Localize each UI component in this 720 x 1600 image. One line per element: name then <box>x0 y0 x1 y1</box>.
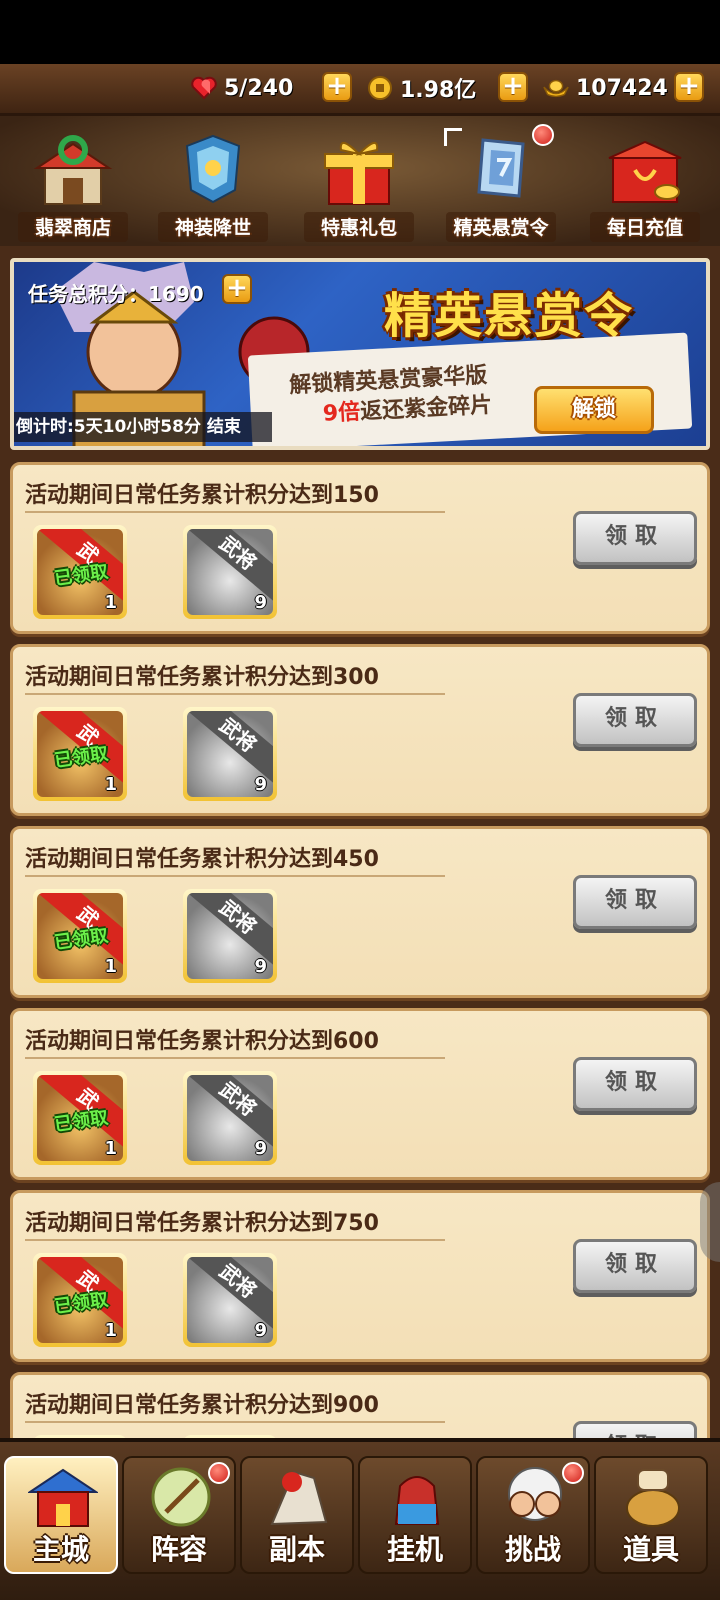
nav-dungeon[interactable]: 副本 <box>240 1456 354 1574</box>
claim-button[interactable]: 领取 <box>573 1239 697 1293</box>
task-card: 活动期间日常任务累计积分达到900 武 武将 领取 <box>10 1372 710 1438</box>
bounty-token-icon <box>461 130 541 208</box>
event-icon-row: 翡翠商店 神装降世 特惠礼包 精英悬赏令 每日充值 <box>0 116 720 246</box>
claim-button[interactable]: 领取 <box>573 1057 697 1111</box>
nav-formation[interactable]: 阵容 <box>122 1456 236 1574</box>
reward-general-piece[interactable]: 武将 9 <box>183 525 277 619</box>
reward-general-piece[interactable]: 武将 9 <box>183 707 277 801</box>
reward-general-piece[interactable]: 武将 9 <box>183 889 277 983</box>
resource-ingots: 107424 <box>542 72 668 104</box>
gold-ingot-icon <box>542 76 570 100</box>
add-ingots-button[interactable]: + <box>674 72 704 102</box>
task-card: 活动期间日常任务累计积分达到150 武已领取 1 武将 9 领取 <box>10 462 710 634</box>
reward-chest[interactable]: 武已领取 1 <box>33 707 127 801</box>
reward-general-piece[interactable]: 武将 9 <box>183 1253 277 1347</box>
event-divine-armor[interactable]: 神装降世 <box>148 124 278 244</box>
reward-general-piece[interactable]: 武将 9 <box>183 1071 277 1165</box>
claim-button[interactable]: 领取 <box>573 693 697 747</box>
heart-stamina-icon <box>190 76 218 100</box>
elite-bounty-banner: 任务总积分：1690 + 精英悬赏令 解锁精英悬赏豪华版 9倍返还紫金碎片 解锁… <box>10 258 710 450</box>
items-icon <box>618 1464 688 1530</box>
event-jade-shop[interactable]: 翡翠商店 <box>8 124 138 244</box>
daily-recharge-icon <box>605 130 685 208</box>
resource-coins: 1.98亿 <box>366 72 476 104</box>
task-card: 活动期间日常任务累计积分达到600 武已领取 1 武将 9 领取 <box>10 1008 710 1180</box>
challenge-icon <box>500 1464 570 1530</box>
task-card: 活动期间日常任务累计积分达到750 武已领取 1 武将 9 领取 <box>10 1190 710 1362</box>
gift-box-icon <box>319 130 399 208</box>
selection-corner-tl <box>444 128 462 146</box>
add-coins-button[interactable]: + <box>498 72 528 102</box>
event-elite-bounty-selected[interactable]: 精英悬赏令 <box>436 124 566 244</box>
reward-chest[interactable]: 武已领取 1 <box>33 1253 127 1347</box>
dungeon-icon <box>264 1464 334 1530</box>
claim-button[interactable]: 领取 <box>573 875 697 929</box>
task-card: 活动期间日常任务累计积分达到300 武已领取 1 武将 9 领取 <box>10 644 710 816</box>
game-screen: 5/240 + 1.98亿 + 107424 + 翡翠商店 神装降世 特惠礼包 … <box>0 64 720 1600</box>
status-bar <box>0 0 720 64</box>
reward-chest[interactable]: 武已领取 1 <box>33 525 127 619</box>
claim-button[interactable]: 领取 <box>573 511 697 565</box>
jade-shop-icon <box>33 130 113 208</box>
task-list[interactable]: 活动期间日常任务累计积分达到150 武已领取 1 武将 9 领取 活动期间日常任务累… <box>0 462 720 1438</box>
claim-button[interactable]: 领取 <box>573 1421 697 1438</box>
event-daily-recharge[interactable]: 每日充值 <box>580 124 710 244</box>
task-card: 活动期间日常任务累计积分达到450 武已领取 1 武将 9 领取 <box>10 826 710 998</box>
task-total-score: 任务总积分：1690 <box>28 282 204 306</box>
side-drawer-handle[interactable] <box>700 1182 720 1262</box>
idle-icon <box>382 1464 452 1530</box>
nav-main-city[interactable]: 主城 <box>4 1456 118 1574</box>
divine-armor-icon <box>173 130 253 208</box>
add-score-button[interactable]: + <box>222 274 252 304</box>
countdown-timer: 倒计时:5天10小时58分 结束 <box>14 412 272 442</box>
add-stamina-button[interactable]: + <box>322 72 352 102</box>
bottom-nav: 主城 阵容 副本 挂机 挑战 道具 <box>0 1438 720 1600</box>
nav-idle[interactable]: 挂机 <box>358 1456 472 1574</box>
unlock-button[interactable]: 解锁 <box>534 386 654 434</box>
banner-title: 精英悬赏令 <box>384 288 635 344</box>
nav-items[interactable]: 道具 <box>594 1456 708 1574</box>
reward-chest[interactable]: 武已领取 1 <box>33 1071 127 1165</box>
resource-stamina: 5/240 <box>190 72 293 104</box>
copper-coin-icon <box>366 76 394 100</box>
formation-icon <box>146 1464 216 1530</box>
reward-chest[interactable]: 武已领取 1 <box>33 889 127 983</box>
resource-bar: 5/240 + 1.98亿 + 107424 + <box>0 64 720 116</box>
event-gift-pack[interactable]: 特惠礼包 <box>294 124 424 244</box>
nav-challenge[interactable]: 挑战 <box>476 1456 590 1574</box>
main-city-icon <box>26 1464 100 1530</box>
